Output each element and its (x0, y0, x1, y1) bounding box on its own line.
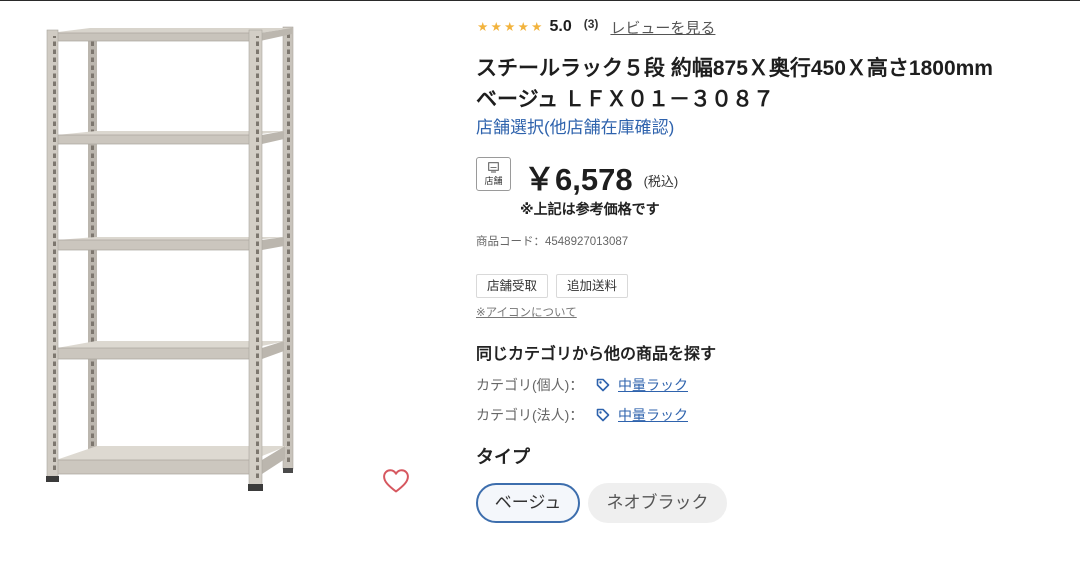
tax-label: (税込) (643, 173, 679, 189)
product-title: スチールラック５段 約幅875Ｘ奥行450Ｘ高さ1800mm ベージュ ＬＦＸ０… (476, 53, 993, 115)
heart-outline (383, 469, 409, 493)
price-row: ￥6,578 (税込) (524, 157, 679, 197)
star-icon (490, 20, 504, 34)
category-label: カテゴリ(個人)： (476, 377, 584, 393)
top-border (0, 0, 1080, 1)
store-price-badge: 店舗 (476, 157, 511, 191)
badge-label: 店舗 (484, 176, 503, 186)
service-tag: 店舗受取 (476, 274, 549, 298)
price-note: ※上記は参考価格です (520, 201, 660, 217)
tag-hole (599, 381, 602, 384)
star-icon (476, 20, 490, 34)
view-reviews-link[interactable]: レビューを見る (610, 17, 715, 38)
store-icon-body (488, 162, 499, 171)
category-link[interactable]: 中量ラック (618, 375, 688, 395)
rack-foot (46, 476, 59, 482)
service-tag: 追加送料 (556, 274, 629, 298)
upright-slots (53, 36, 56, 472)
store-icon (488, 162, 499, 173)
product-title-line: ベージュ ＬＦＸ０１－３０８７ (476, 88, 774, 111)
product-image[interactable] (40, 20, 305, 495)
service-tags: 店舗受取 追加送料 (476, 274, 629, 298)
upright-slots (256, 36, 259, 480)
upright-face (46, 29, 59, 478)
rack-foot (283, 468, 293, 473)
store-select-link[interactable]: 店舗選択(他店舗在庫確認) (476, 118, 674, 138)
favorite-button[interactable] (382, 468, 410, 494)
star-icon (530, 20, 544, 34)
icon-help-link[interactable]: ※アイコンについて (476, 306, 577, 320)
tag-icon (596, 408, 610, 422)
shelf-front-lip (51, 32, 257, 42)
type-heading: タイプ (476, 447, 530, 467)
tag-icon (596, 378, 610, 392)
tag-hole (599, 411, 602, 414)
product-code: 商品コード：4548927013087 (476, 236, 629, 248)
rack-foot (248, 484, 263, 491)
upright-face (248, 29, 263, 486)
category-row: カテゴリ(個人)： 中量ラック (476, 375, 688, 395)
shelf-front-lip (55, 459, 253, 475)
star-icon (517, 20, 531, 34)
category-search-heading: 同じカテゴリから他の商品を探す (476, 346, 717, 363)
category-link[interactable]: 中量ラック (618, 405, 688, 425)
shelf-side-lip (262, 237, 284, 250)
category-label: カテゴリ(法人)： (476, 407, 584, 423)
product-title-line: スチールラック５段 約幅875Ｘ奥行450Ｘ高さ1800mm (476, 57, 993, 80)
shelf-front-lip (56, 134, 253, 145)
rating-row: 5.0 (3) レビューを見る (476, 17, 716, 38)
front-left-upright (46, 29, 59, 478)
rating-score: 5.0 (549, 18, 572, 35)
front-right-upright (248, 29, 263, 486)
type-option-beige[interactable]: ベージュ (476, 483, 580, 523)
upright-slots (287, 32, 290, 464)
star-rating (476, 20, 544, 34)
review-count: (3) (583, 17, 599, 31)
shelf-front-lip (56, 347, 253, 360)
shelf-front-lip (56, 239, 253, 251)
tag-outline (596, 378, 610, 392)
type-option-neo-black[interactable]: ネオブラック (588, 483, 727, 523)
price-amount: ￥6,578 (524, 161, 633, 197)
category-row: カテゴリ(法人)： 中量ラック (476, 405, 688, 425)
star-icon (503, 20, 517, 34)
heart-icon (383, 469, 409, 493)
back-right-upright (282, 26, 294, 470)
tag-outline (596, 408, 610, 422)
